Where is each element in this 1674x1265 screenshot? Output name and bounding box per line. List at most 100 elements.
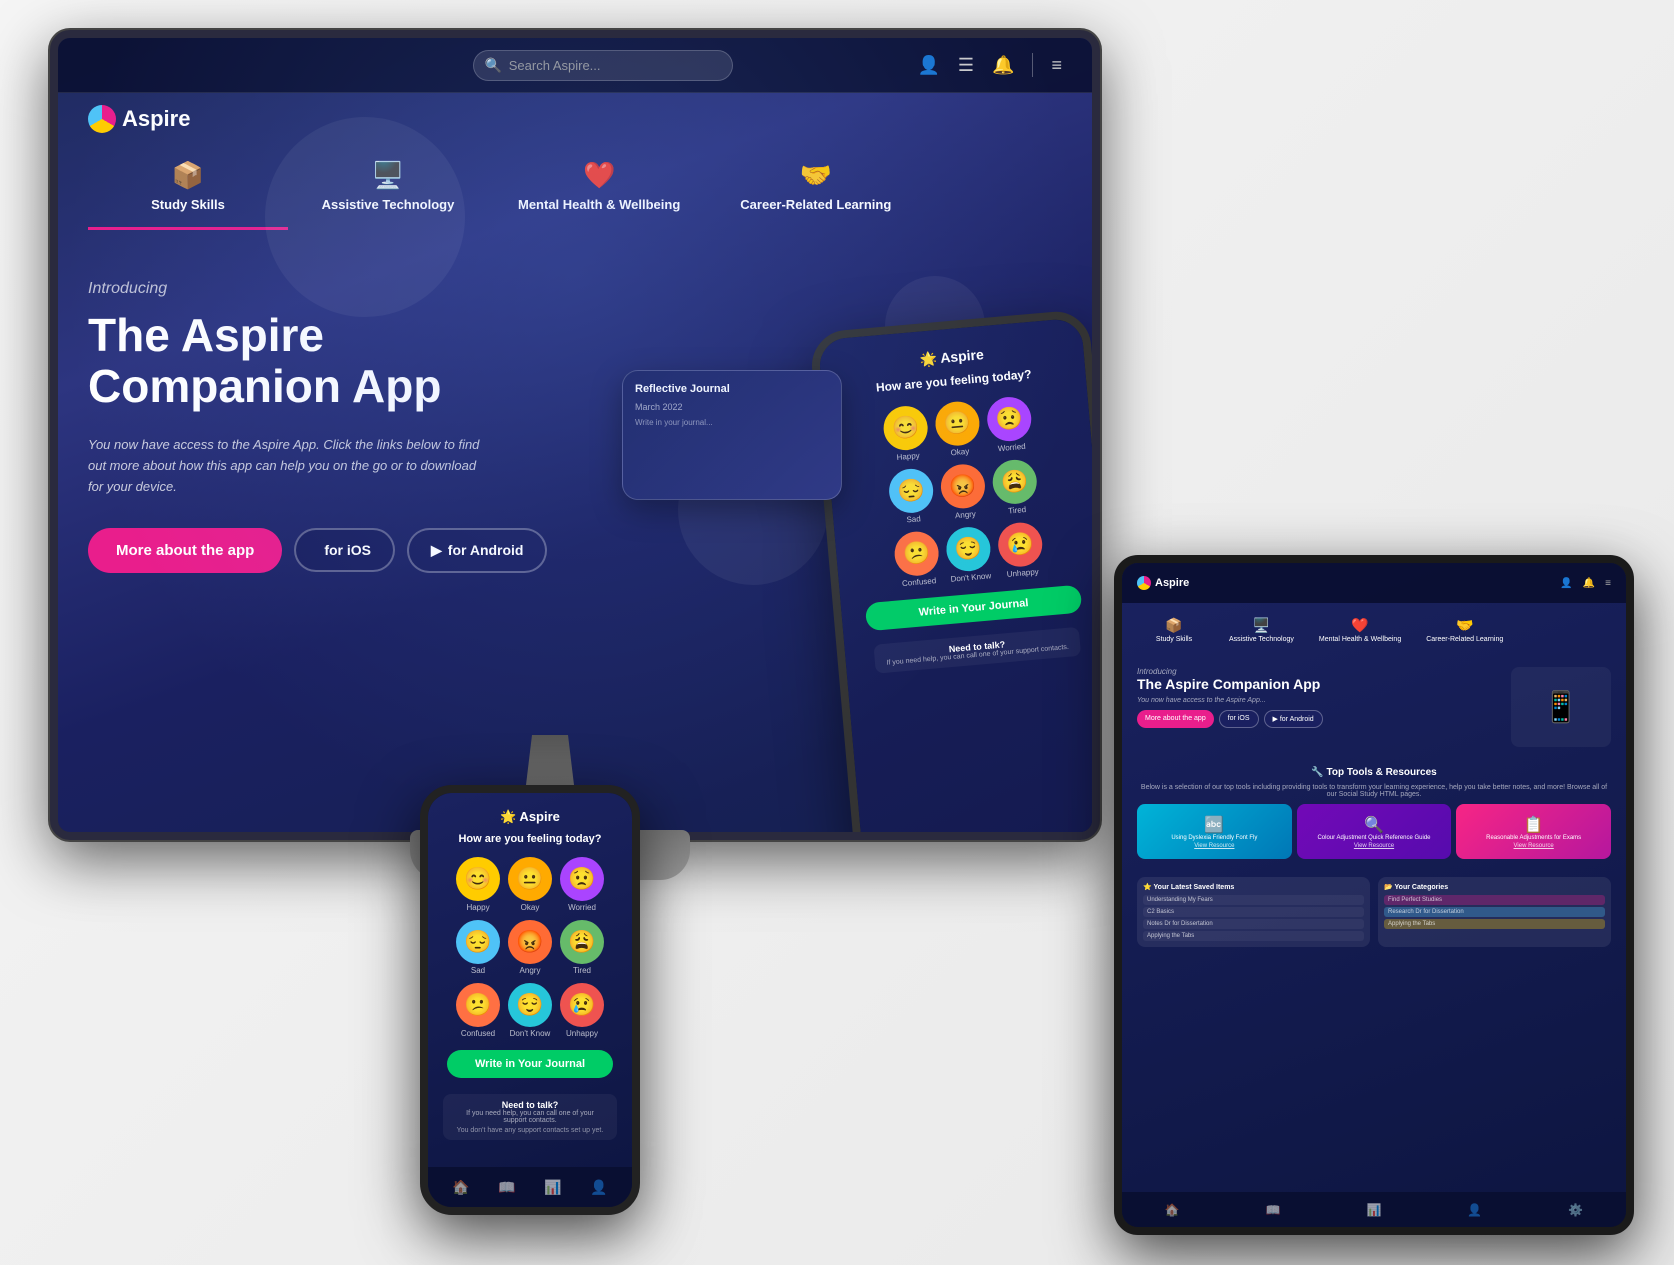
- emoji-happy[interactable]: 😊 Happy: [882, 404, 931, 463]
- emoji-angry[interactable]: 😡 Angry: [939, 463, 988, 522]
- emoji-sad[interactable]: 😔 Sad: [887, 467, 936, 526]
- angry-circle: 😡: [939, 463, 987, 511]
- tablet-android-button[interactable]: ▶ for Android: [1264, 710, 1323, 728]
- ext-okay-circle: 😐: [508, 857, 552, 901]
- saved-item-3[interactable]: Notes Dr for Dissertation: [1143, 919, 1364, 929]
- more-about-button[interactable]: More about the app: [88, 528, 282, 573]
- tool-link-3[interactable]: View Resource: [1514, 843, 1554, 849]
- tablet-cat-career[interactable]: 🤝 Career-Related Learning: [1416, 611, 1513, 649]
- tablet-categories-box: 📂 Your Categories Find Perfect Studies R…: [1378, 877, 1611, 947]
- phone-home-icon[interactable]: 🏠: [452, 1179, 469, 1196]
- ext-emoji-8[interactable]: 😌 Don't Know: [508, 983, 552, 1038]
- cat-tab-mental-health[interactable]: ❤️ Mental Health & Wellbeing: [488, 145, 710, 230]
- tool-link-1[interactable]: View Resource: [1194, 843, 1234, 849]
- logo-text: Aspire: [122, 106, 190, 132]
- assistive-tech-label: Assistive Technology: [322, 197, 455, 212]
- phone-ext-journal-button[interactable]: Write in Your Journal: [447, 1050, 613, 1078]
- bell-icon[interactable]: 🔔: [992, 55, 1014, 76]
- ext-emoji-1[interactable]: 😊 Happy: [456, 857, 500, 912]
- phone-screen-in-monitor: 🌟 Aspire How are you feeling today? 😊 Ha…: [818, 317, 1092, 832]
- tablet-logo-text: Aspire: [1155, 577, 1189, 589]
- cat-tab-career[interactable]: 🤝 Career-Related Learning: [710, 145, 921, 230]
- saved-item-4[interactable]: Applying the Tabs: [1143, 931, 1364, 941]
- ext-emoji-3[interactable]: 😟 Worried: [560, 857, 604, 912]
- phone-chart-icon[interactable]: 📊: [544, 1179, 561, 1196]
- tool-card-3[interactable]: 📋 Reasonable Adjustments for Exams View …: [1456, 804, 1611, 859]
- tablet-mental-icon: ❤️: [1351, 617, 1368, 634]
- cat-tab-assistive-tech[interactable]: 🖥️ Assistive Technology: [288, 145, 488, 230]
- menu-icon[interactable]: ≡: [1051, 55, 1062, 76]
- reflective-journal-card: Reflective Journal March 2022 Write in y…: [622, 370, 842, 500]
- ext-emoji-2[interactable]: 😐 Okay: [508, 857, 552, 912]
- reflective-journal-title: Reflective Journal: [635, 383, 829, 395]
- hero-section: Introducing The AspireCompanion App You …: [58, 240, 1092, 800]
- tablet-journal-icon[interactable]: 📖: [1266, 1203, 1281, 1217]
- cat-item-1[interactable]: Find Perfect Studies: [1384, 895, 1605, 905]
- tired-circle: 😩: [991, 458, 1039, 506]
- tablet-intro: Introducing: [1137, 667, 1501, 676]
- journal-button-in-monitor[interactable]: Write in Your Journal: [865, 585, 1083, 632]
- study-skills-label: Study Skills: [151, 197, 225, 212]
- tablet-cat-study[interactable]: 📦 Study Skills: [1134, 611, 1214, 649]
- monitor-frame: 🔍 👤 ☰ 🔔 ≡ Aspire: [50, 30, 1100, 840]
- tablet-chart-icon[interactable]: 📊: [1367, 1203, 1382, 1217]
- tablet-bell-icon[interactable]: 🔔: [1583, 578, 1595, 589]
- tablet-cat-assistive[interactable]: 🖥️ Assistive Technology: [1219, 611, 1304, 649]
- android-button[interactable]: ▶ for Android: [407, 528, 547, 573]
- tool-link-2[interactable]: View Resource: [1354, 843, 1394, 849]
- phone-question-in-monitor: How are you feeling today?: [875, 367, 1032, 395]
- tablet-menu-icon[interactable]: ≡: [1605, 578, 1611, 589]
- calm-circle: 😌: [945, 525, 993, 573]
- tablet-profile-icon[interactable]: 👤: [1467, 1203, 1482, 1217]
- emoji-unhappy[interactable]: 😢 Unhappy: [996, 521, 1045, 580]
- android-icon: ▶: [431, 542, 442, 559]
- ext-emoji-5[interactable]: 😡 Angry: [508, 920, 552, 975]
- ext-emoji-6[interactable]: 😩 Tired: [560, 920, 604, 975]
- emoji-okay[interactable]: 😐 Okay: [934, 400, 983, 459]
- tablet-title: The Aspire Companion App: [1137, 676, 1501, 693]
- tablet-home-icon[interactable]: 🏠: [1165, 1203, 1180, 1217]
- ios-button[interactable]: for iOS: [294, 528, 395, 572]
- cat-item-2[interactable]: Research Dr for Dissertation: [1384, 907, 1605, 917]
- tablet-hero-image: 📱: [1511, 667, 1611, 747]
- emoji-worried[interactable]: 😟 Worried: [985, 395, 1034, 454]
- emoji-calm[interactable]: 😌 Don't Know: [945, 525, 994, 584]
- cat-item-3[interactable]: Applying the Tabs: [1384, 919, 1605, 929]
- saved-item-1[interactable]: Understanding My Fears: [1143, 895, 1364, 905]
- phone-journal-icon[interactable]: 📖: [498, 1179, 515, 1196]
- tool-card-1[interactable]: 🔤 Using Dyslexia Friendly Font Fly View …: [1137, 804, 1292, 859]
- ext-worried-circle: 😟: [560, 857, 604, 901]
- tablet-settings-icon[interactable]: ⚙️: [1568, 1203, 1583, 1217]
- tool-icon-1: 🔤: [1204, 815, 1224, 835]
- emoji-tired[interactable]: 😩 Tired: [991, 458, 1040, 517]
- logo[interactable]: Aspire: [88, 105, 190, 133]
- tablet-user-icon[interactable]: 👤: [1560, 578, 1572, 589]
- phone-profile-icon[interactable]: 👤: [590, 1179, 607, 1196]
- category-tabs: 📦 Study Skills 🖥️ Assistive Technology ❤…: [58, 145, 1092, 230]
- ext-emoji-7[interactable]: 😕 Confused: [456, 983, 500, 1038]
- hero-title: The AspireCompanion App: [88, 310, 568, 411]
- emoji-confused[interactable]: 😕 Confused: [893, 530, 942, 589]
- ext-angry-circle: 😡: [508, 920, 552, 964]
- phone-ext-question: How are you feeling today?: [458, 833, 601, 845]
- user-icon[interactable]: 👤: [918, 55, 940, 76]
- emoji-grid-in-monitor: 😊 Happy 😐 Okay 😟 Worried: [882, 395, 1045, 588]
- ext-emoji-9[interactable]: 😢 Unhappy: [560, 983, 604, 1038]
- tool-card-2[interactable]: 🔍 Colour Adjustment Quick Reference Guid…: [1297, 804, 1452, 859]
- saved-item-2[interactable]: C2 Basics: [1143, 907, 1364, 917]
- study-skills-icon: 📦: [172, 160, 204, 191]
- tablet-cat-mental[interactable]: ❤️ Mental Health & Wellbeing: [1309, 611, 1411, 649]
- tablet-more-button[interactable]: More about the app: [1137, 710, 1214, 728]
- tool-label-3: Reasonable Adjustments for Exams: [1486, 835, 1581, 841]
- cat-tab-study-skills[interactable]: 📦 Study Skills: [88, 145, 288, 230]
- search-wrap[interactable]: 🔍: [473, 50, 733, 81]
- list-icon[interactable]: ☰: [958, 55, 974, 76]
- ext-emoji-4[interactable]: 😔 Sad: [456, 920, 500, 975]
- phone-ext-no-contacts: You don't have any support contacts set …: [455, 1127, 606, 1134]
- tablet-mental-label: Mental Health & Wellbeing: [1319, 636, 1401, 643]
- okay-circle: 😐: [934, 400, 982, 448]
- confused-circle: 😕: [893, 530, 941, 578]
- worried-circle: 😟: [985, 395, 1033, 443]
- tablet-ios-button[interactable]: for iOS: [1219, 710, 1259, 728]
- search-input[interactable]: [473, 50, 733, 81]
